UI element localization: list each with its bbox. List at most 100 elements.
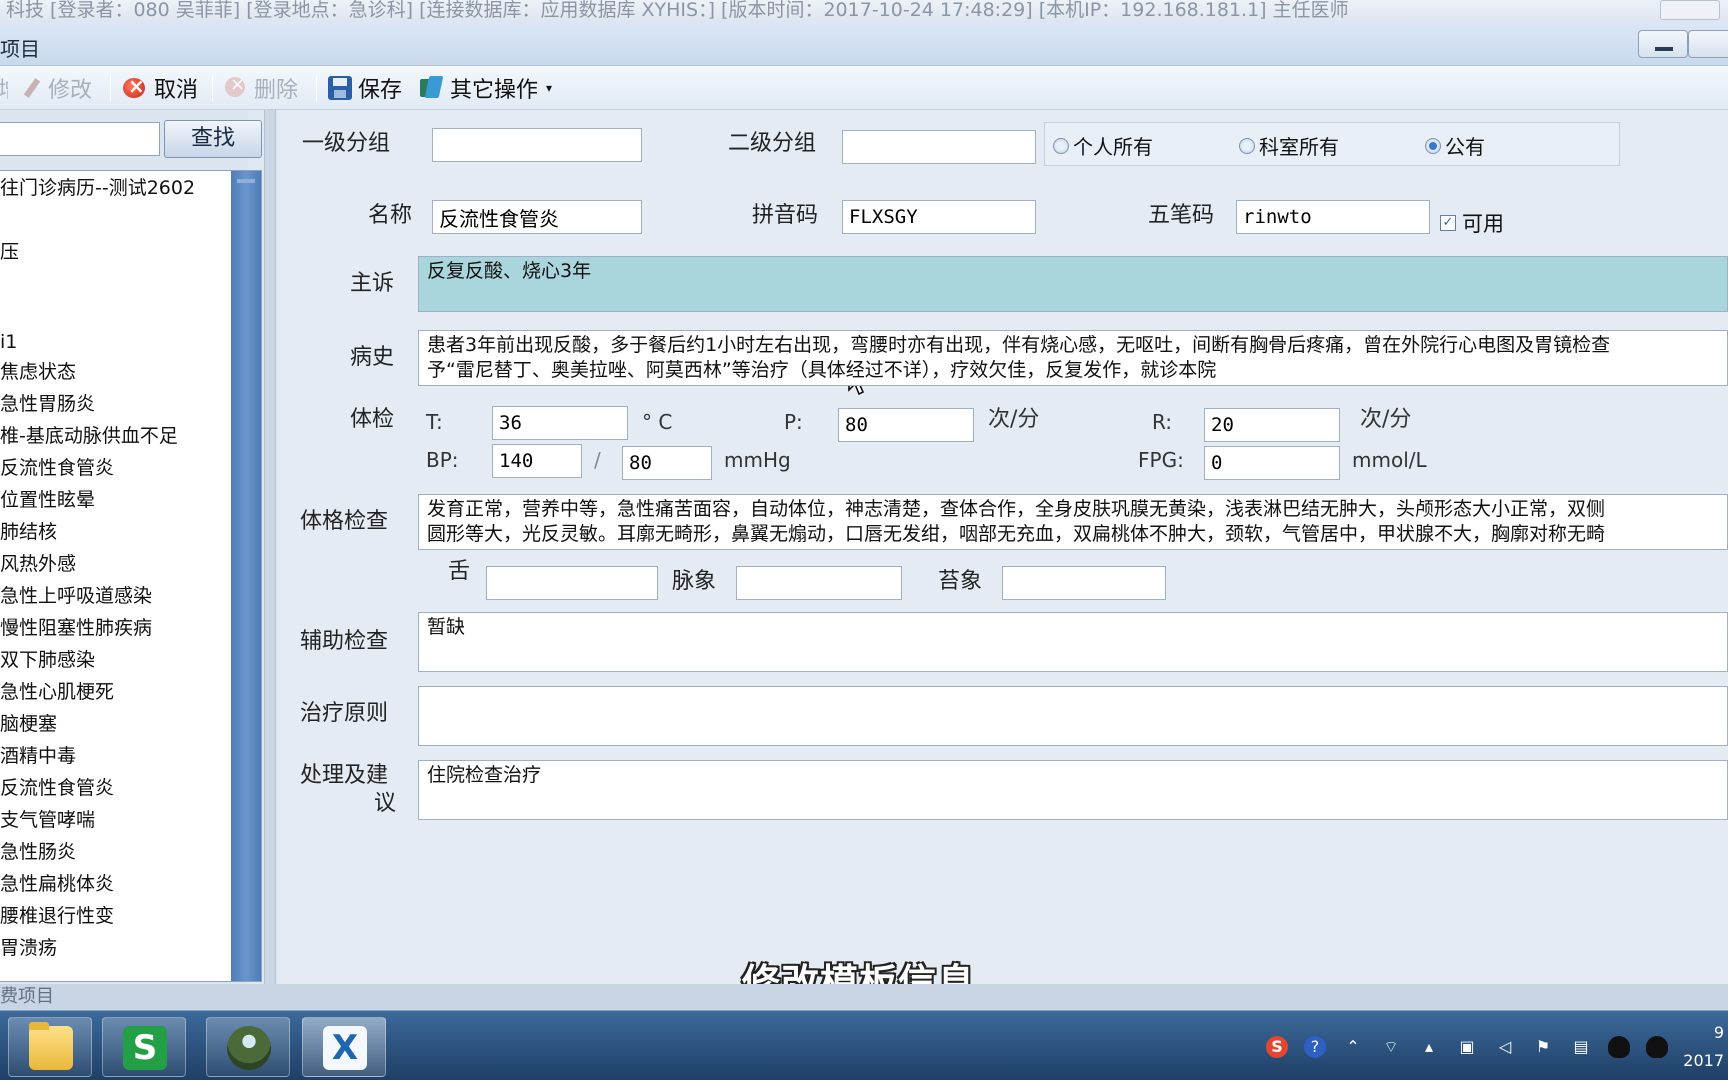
advice-label: 处理及建 — [300, 763, 389, 788]
outer-app-title: 科技 [登录者：080 吴菲菲] [登录地点：急诊科] [连接数据库：应用数据库… — [6, 0, 1349, 21]
wubi-input[interactable] — [1236, 200, 1430, 234]
pulse-rate-label: P: — [784, 410, 803, 434]
radio-personal-label: 个人所有 — [1073, 135, 1153, 159]
scrollbar-grip[interactable] — [237, 179, 255, 183]
outer-window-control[interactable] — [1660, 0, 1720, 20]
fpg-unit: mmol/L — [1352, 448, 1427, 472]
template-list[interactable]: 往门诊病历--测试2602 压 i1 焦虑状态 急性胃肠炎 椎-基底动脉供血不足… — [0, 170, 262, 982]
list-item[interactable]: 慢性阻塞性肺疾病 — [0, 613, 226, 643]
list-item[interactable]: 酒精中毒 — [0, 741, 226, 771]
list-item[interactable]: 往门诊病历--测试2602 — [0, 173, 226, 203]
volume-icon[interactable]: ◁ — [1494, 1036, 1516, 1058]
enabled-checkbox[interactable]: ✓ 可用 — [1440, 208, 1504, 238]
delete-icon — [224, 74, 248, 100]
temperature-input[interactable] — [492, 406, 628, 440]
network-icon[interactable]: ▣ — [1456, 1036, 1478, 1058]
sogou-input-icon[interactable]: S — [1266, 1036, 1288, 1058]
pulse-rate-input[interactable] — [838, 408, 974, 442]
physical-exam-textarea[interactable]: 发育正常，营养中等，急性痛苦面容，自动体位，神志清楚，查体合作，全身皮肤巩膜无黄… — [418, 494, 1728, 550]
list-item[interactable]: 支气管哮喘 — [0, 805, 226, 835]
removable-device-icon[interactable]: ▤ — [1570, 1036, 1592, 1058]
panel-splitter[interactable] — [264, 110, 276, 984]
list-item[interactable]: 焦虑状态 — [0, 357, 226, 387]
taskbar-his-app[interactable]: X — [302, 1017, 386, 1077]
list-item[interactable]: 急性心肌梗死 — [0, 677, 226, 707]
qq-icon-secondary[interactable] — [1646, 1036, 1668, 1058]
delete-button[interactable]: 删除 — [224, 72, 298, 104]
group1-input[interactable] — [432, 128, 642, 162]
radio-indicator-checked — [1425, 137, 1441, 154]
list-item[interactable]: 急性肠炎 — [0, 837, 226, 867]
find-button[interactable]: 查找 — [164, 120, 262, 158]
new-button[interactable]: 增 — [0, 72, 8, 104]
bp-diastolic-input[interactable] — [622, 446, 712, 480]
list-item[interactable]: 急性扁桃体炎 — [0, 869, 226, 899]
coating-input[interactable] — [1002, 566, 1166, 600]
tray-expand-icon[interactable]: ⌃ — [1342, 1036, 1364, 1058]
treatment-textarea[interactable] — [418, 686, 1728, 746]
list-item[interactable]: 腰椎退行性变 — [0, 901, 226, 931]
list-item[interactable] — [0, 297, 226, 327]
history-textarea[interactable]: 患者3年前出现反酸，多于餐后约1小时左右出现，弯腰时亦有出现，伴有烧心感，无呕吐… — [418, 330, 1728, 386]
toolbar: 增 修改 取消 删除 保存 其它操作 ▾ — [0, 66, 1728, 110]
taskbar-wps[interactable]: S — [102, 1017, 186, 1077]
list-item[interactable]: i1 — [0, 327, 226, 357]
list-scrollbar[interactable] — [231, 171, 261, 981]
list-item[interactable] — [0, 267, 226, 297]
list-item[interactable]: 位置性眩晕 — [0, 485, 226, 515]
coating-label: 苔象 — [938, 569, 983, 594]
list-item[interactable]: 风热外感 — [0, 549, 226, 579]
respiration-input[interactable] — [1204, 408, 1340, 442]
auxiliary-exam-label: 辅助检查 — [300, 629, 389, 654]
group2-input[interactable] — [842, 130, 1036, 164]
status-strip: 费项目 — [0, 984, 1728, 1010]
pulse-input[interactable] — [736, 566, 902, 600]
list-item[interactable] — [0, 203, 226, 233]
name-input[interactable] — [432, 200, 642, 234]
search-input[interactable] — [0, 122, 160, 156]
list-item[interactable]: 急性上呼吸道感染 — [0, 581, 226, 611]
qq-icon[interactable] — [1608, 1036, 1630, 1058]
show-hidden-icons-icon[interactable]: ▴ — [1418, 1036, 1440, 1058]
tongue-input[interactable] — [486, 566, 658, 600]
chief-complaint-textarea[interactable]: 反复反酸、烧心3年 — [418, 256, 1728, 312]
folder-icon — [29, 1022, 73, 1070]
taskbar-photo-viewer[interactable] — [206, 1017, 290, 1077]
radio-department[interactable]: 科室所有 — [1239, 131, 1339, 160]
list-item[interactable]: 脑梗塞 — [0, 709, 226, 739]
list-item[interactable]: 反流性食管炎 — [0, 453, 226, 483]
list-item[interactable]: 反流性食管炎 — [0, 773, 226, 803]
group1-label: 一级分组 — [302, 131, 391, 156]
list-item[interactable]: 急性胃肠炎 — [0, 389, 226, 419]
radio-personal[interactable]: 个人所有 — [1053, 131, 1153, 160]
advice-textarea[interactable]: 住院检查治疗 — [418, 760, 1728, 820]
save-icon — [328, 76, 352, 100]
auxiliary-exam-textarea[interactable]: 暂缺 — [418, 612, 1728, 672]
list-item[interactable]: 椎-基底动脉供血不足 — [0, 421, 226, 451]
minimize-button[interactable] — [1638, 30, 1688, 58]
wifi-icon[interactable]: ⌔ — [1380, 1036, 1402, 1058]
cancel-label: 取消 — [154, 78, 199, 103]
radio-public[interactable]: 公有 — [1425, 131, 1485, 160]
cancel-button[interactable]: 取消 — [122, 72, 198, 104]
pinyin-input[interactable] — [842, 200, 1036, 234]
photo-icon — [227, 1026, 271, 1070]
bp-systolic-input[interactable] — [492, 444, 582, 478]
list-item[interactable]: 肺结核 — [0, 517, 226, 547]
list-item[interactable]: 胃溃疡 — [0, 933, 226, 963]
maximize-button[interactable] — [1688, 30, 1728, 58]
save-button[interactable]: 保存 — [328, 72, 402, 104]
checkbox-indicator: ✓ — [1440, 215, 1456, 231]
edit-button[interactable]: 修改 — [22, 72, 92, 104]
respiration-unit: 次/分 — [1360, 407, 1412, 432]
help-icon[interactable]: ? — [1304, 1036, 1326, 1058]
list-item[interactable]: 双下肺感染 — [0, 645, 226, 675]
fpg-input[interactable] — [1204, 446, 1340, 480]
list-item[interactable]: 压 — [0, 237, 226, 267]
vitals-label: 体检 — [350, 407, 395, 432]
wps-icon: S — [123, 1026, 167, 1070]
action-center-icon[interactable]: ⚑ — [1532, 1036, 1554, 1058]
other-actions-button[interactable]: 其它操作 ▾ — [418, 72, 552, 104]
system-clock[interactable]: 9 2017 — [1668, 1019, 1728, 1075]
taskbar-explorer[interactable] — [8, 1017, 92, 1077]
